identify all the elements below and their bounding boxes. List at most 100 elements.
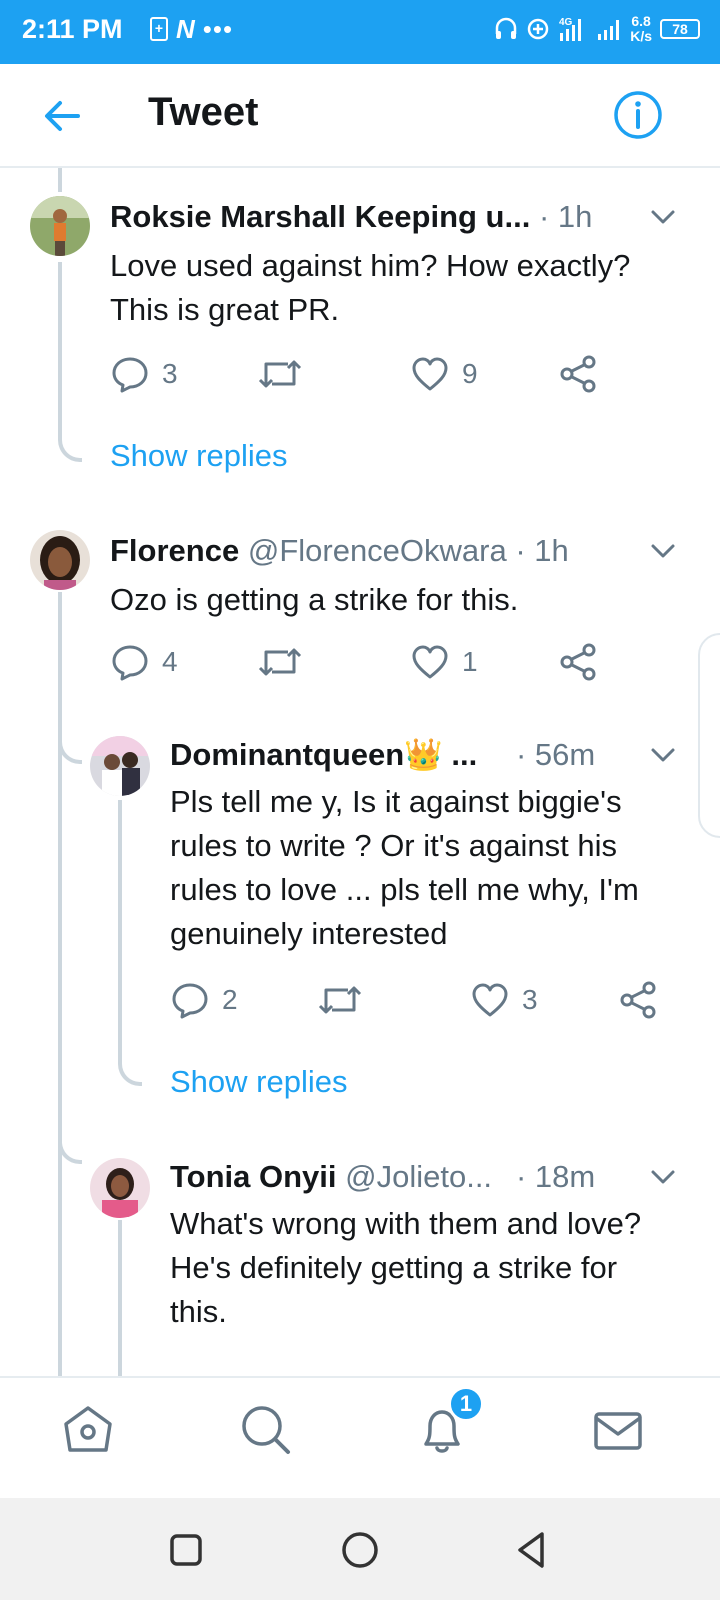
back-button[interactable] <box>38 92 86 140</box>
data-saver-icon <box>527 18 549 40</box>
author-name[interactable]: Dominantqueen👑 ... <box>170 737 477 772</box>
tweet-time: · 1h <box>515 533 569 568</box>
chevron-down-icon <box>651 544 675 558</box>
tweet-text-line: this. <box>170 1294 227 1329</box>
n-app-icon: N <box>176 14 195 44</box>
tweet-text-line: This is great PR. <box>110 292 340 327</box>
tweet-menu-button[interactable] <box>648 740 678 770</box>
home-system-button[interactable] <box>338 1528 382 1572</box>
tweet-text-line: rules to write ? Or it's against his <box>170 828 617 863</box>
recents-button[interactable] <box>164 1528 208 1572</box>
like-button[interactable]: 9 <box>410 354 478 394</box>
page-title: Tweet <box>148 90 259 134</box>
reply-icon <box>112 645 148 681</box>
retweet-icon <box>258 360 302 388</box>
share-button[interactable] <box>558 642 598 682</box>
reply-count: 2 <box>222 984 238 1015</box>
status-bar: 2:11 PM + N ••• 4G 6.8 K/s 78 <box>0 0 720 64</box>
avatar[interactable] <box>90 1158 150 1218</box>
show-replies-link[interactable]: Show replies <box>170 1064 347 1100</box>
status-left-icons: + N ••• <box>150 16 233 42</box>
reply-button[interactable]: 2 <box>170 980 238 1020</box>
heart-icon <box>412 357 448 391</box>
status-time: 2:11 PM <box>22 14 123 44</box>
retweet-button[interactable] <box>258 642 314 682</box>
tweet-item[interactable]: Dominantqueen👑 ... · 56m Pls tell me y, … <box>0 718 720 1118</box>
tweet-item[interactable]: Florence @FlorenceOkwara · 1h Ozo is get… <box>0 508 720 708</box>
status-right-icons: 4G 6.8 K/s 78 <box>494 14 700 44</box>
tweet-header: Dominantqueen👑 ... <box>170 736 477 774</box>
tweet-time: · 1h <box>538 199 593 234</box>
tweet-time: · 18m <box>516 1159 596 1194</box>
author-handle[interactable]: @Jolieto... <box>345 1159 492 1194</box>
avatar[interactable] <box>30 530 90 590</box>
nav-search[interactable] <box>236 1400 296 1460</box>
headset-icon <box>495 17 517 39</box>
reply-icon <box>112 357 148 393</box>
reply-icon <box>172 983 208 1019</box>
retweet-icon <box>258 648 302 676</box>
more-dots-icon: ••• <box>202 14 234 44</box>
reply-button[interactable]: 3 <box>110 354 178 394</box>
plus-box-icon: + <box>150 17 168 41</box>
share-icon <box>620 981 656 1019</box>
arrow-left-icon <box>45 101 80 131</box>
reply-button[interactable]: 4 <box>110 642 178 682</box>
tweet-header: Roksie Marshall Keeping u... · 1h <box>110 198 592 236</box>
home-icon <box>64 1406 112 1452</box>
show-replies-link[interactable]: Show replies <box>110 438 287 474</box>
tweet-item[interactable]: Roksie Marshall Keeping u... · 1h Love u… <box>0 168 720 498</box>
nav-home[interactable] <box>58 1400 118 1460</box>
tweet-menu-button[interactable] <box>648 1162 678 1192</box>
chevron-down-icon <box>651 748 675 762</box>
tweet-header: Tonia Onyii @Jolieto... <box>170 1158 492 1196</box>
nav-notifications[interactable]: 1 <box>412 1386 484 1460</box>
4g-signal-icon: 4G <box>559 17 582 41</box>
heart-icon <box>412 645 448 679</box>
tweet-text-line: Pls tell me y, Is it against biggie's <box>170 784 622 819</box>
tweet-text-line: genuinely interested <box>170 916 448 951</box>
messages-icon <box>594 1412 642 1450</box>
avatar[interactable] <box>30 196 90 256</box>
network-speed-value: 6.8 <box>631 13 651 29</box>
tweet-menu-button[interactable] <box>648 536 678 566</box>
svg-text:4G: 4G <box>559 17 573 28</box>
like-button[interactable]: 1 <box>410 642 478 682</box>
share-button[interactable] <box>618 980 658 1020</box>
network-speed-unit: K/s <box>630 28 652 44</box>
tweet-time-wrap: · 18m <box>516 1158 595 1196</box>
like-count: 9 <box>462 358 478 389</box>
tweet-header: Florence @FlorenceOkwara · 1h <box>110 532 569 570</box>
retweet-icon <box>318 986 362 1014</box>
retweet-button[interactable] <box>258 354 314 394</box>
tweet-text: Ozo is getting a strike for this. <box>110 578 518 622</box>
nav-messages[interactable] <box>588 1400 648 1460</box>
author-name[interactable]: Florence <box>110 533 239 568</box>
chevron-down-icon <box>651 210 675 224</box>
tweet-item[interactable]: Tonia Onyii @Jolieto... · 18m What's wro… <box>0 1138 720 1376</box>
tweet-text-line: What's wrong with them and love? <box>170 1206 642 1241</box>
author-name[interactable]: Roksie Marshall Keeping u... <box>110 199 530 234</box>
tweet-menu-button[interactable] <box>648 202 678 232</box>
search-icon <box>242 1406 290 1454</box>
tweet-replies-feed[interactable]: Roksie Marshall Keeping u... · 1h Love u… <box>0 168 720 1376</box>
tweet-text-line: Ozo is getting a strike for this. <box>110 582 519 617</box>
avatar[interactable] <box>90 736 150 796</box>
heart-icon <box>472 983 508 1017</box>
author-handle[interactable]: @FlorenceOkwara <box>248 533 507 568</box>
like-button[interactable]: 3 <box>470 980 538 1020</box>
tweet-time-wrap: · 56m <box>516 736 595 774</box>
share-button[interactable] <box>558 354 598 394</box>
app-header: Tweet <box>0 64 720 168</box>
reply-count: 4 <box>162 646 178 677</box>
back-system-button[interactable] <box>510 1528 554 1572</box>
info-button[interactable] <box>612 89 664 141</box>
battery-icon: 78 <box>660 19 700 39</box>
tweet-text: Pls tell me y, Is it against biggie's ru… <box>170 780 639 956</box>
tweet-text: What's wrong with them and love? He's de… <box>170 1202 641 1334</box>
tweet-text-line: He's definitely getting a strike for <box>170 1250 618 1285</box>
retweet-button[interactable] <box>318 980 374 1020</box>
author-name[interactable]: Tonia Onyii <box>170 1159 337 1194</box>
tweet-text-line: rules to love ... pls tell me why, I'm <box>170 872 639 907</box>
edge-panel-handle[interactable] <box>698 633 720 838</box>
